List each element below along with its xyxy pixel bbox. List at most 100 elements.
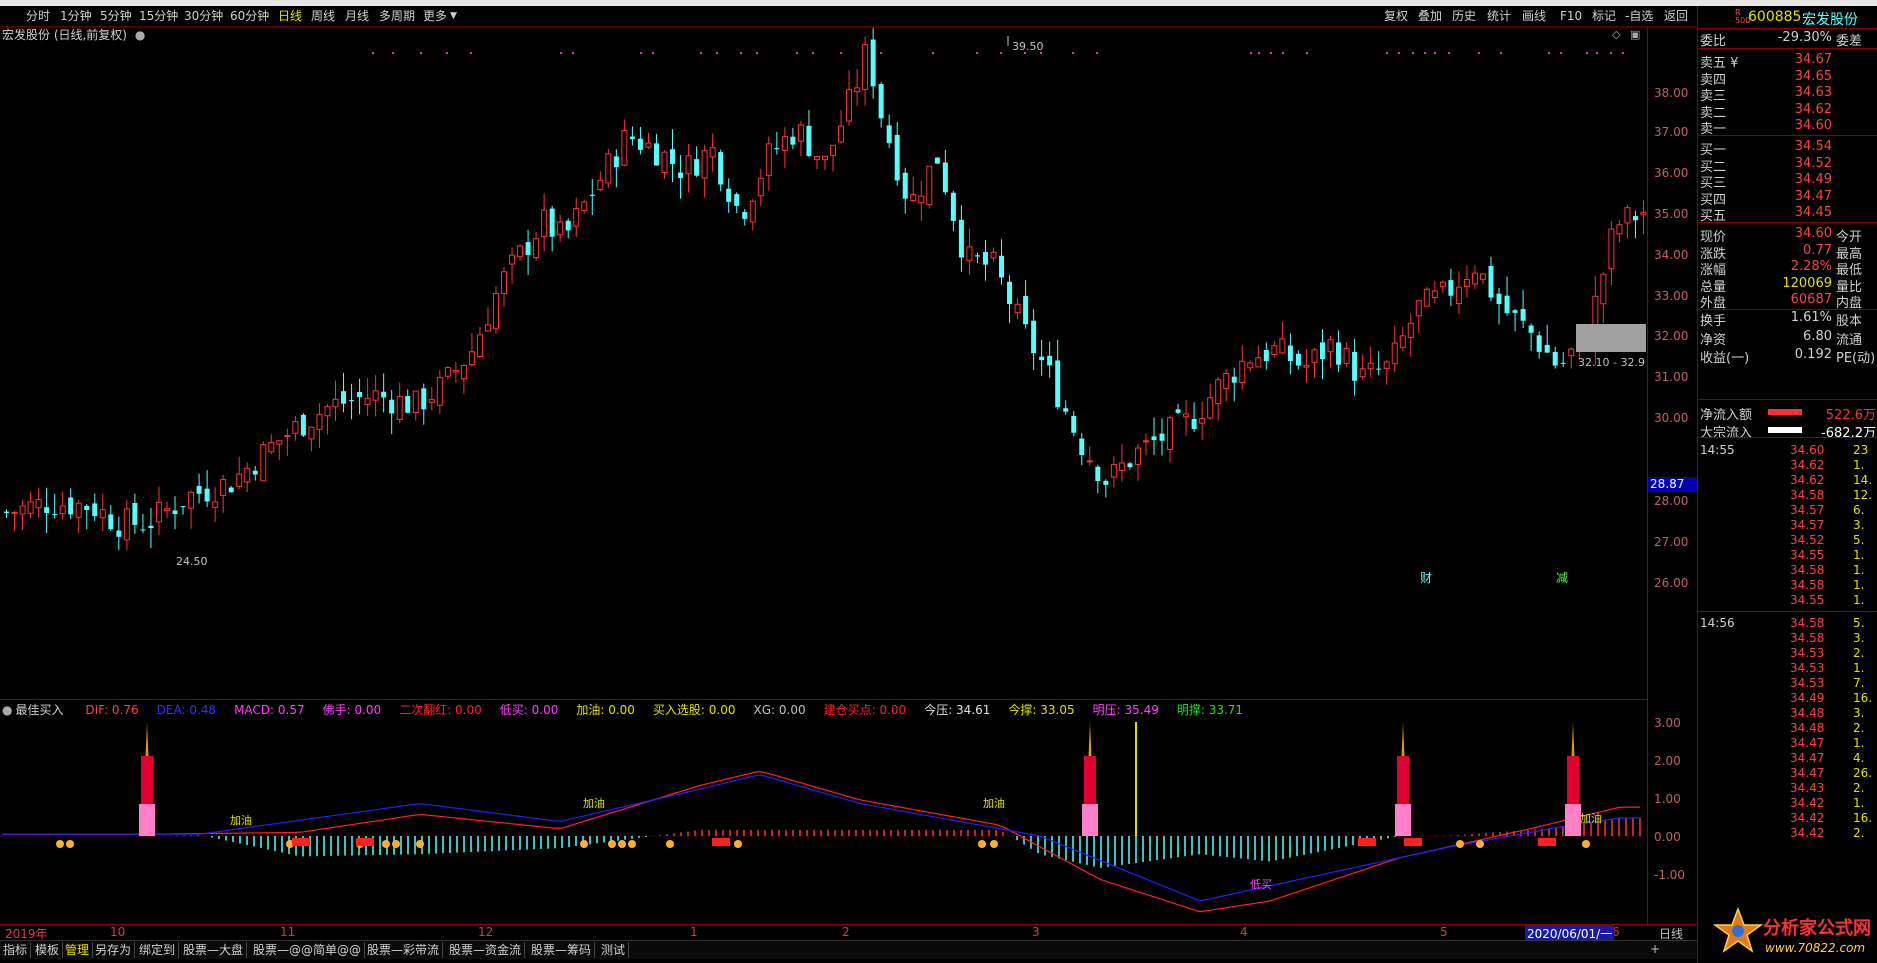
indicator-title[interactable]: 最佳买入: [15, 703, 63, 717]
btn-f10[interactable]: F10: [1560, 8, 1582, 24]
hand-signal-icon: [1582, 840, 1590, 848]
candle: [950, 190, 956, 232]
date-label: 3: [1032, 925, 1040, 939]
ind-y-label: -1.00: [1654, 868, 1686, 882]
bid-row[interactable]: 买三 34.49: [1698, 172, 1877, 191]
period-1min[interactable]: 1分钟: [60, 8, 92, 24]
more-chevron-icon[interactable]: ▼: [450, 8, 457, 24]
add-tab-icon[interactable]: +: [1650, 942, 1660, 956]
candle: [1063, 400, 1069, 415]
tab-dapan[interactable]: 股票—大盘: [180, 942, 248, 958]
finance-mark[interactable]: 财: [1420, 571, 1432, 585]
bid-price: 34.47: [1794, 188, 1832, 204]
tab-jiandan[interactable]: 股票—@@简单@@: [250, 942, 366, 958]
btn-fanhui[interactable]: 返回: [1664, 8, 1688, 24]
tick-volume: 2.: [1853, 721, 1865, 735]
candle: [621, 119, 628, 167]
tab-bangdingdao[interactable]: 绑定到: [136, 942, 180, 958]
candle: [1632, 210, 1638, 239]
candle: [163, 501, 170, 518]
low-marker: 24.50: [176, 555, 208, 568]
bid-row[interactable]: 买二 34.52: [1698, 156, 1877, 175]
btn-tongji[interactable]: 统计: [1487, 8, 1511, 24]
tab-caidailiu[interactable]: 股票—彩带流: [364, 942, 444, 958]
candle: [1399, 326, 1406, 351]
tab-lingcunwei[interactable]: 另存为: [92, 942, 136, 958]
ask-row[interactable]: 卖五 ¥34.67: [1698, 52, 1877, 71]
tab-ceshi[interactable]: 测试: [598, 942, 630, 958]
tab-chouma[interactable]: 股票—筹码: [528, 942, 596, 958]
candle: [918, 180, 925, 221]
period-5min[interactable]: 5分钟: [100, 8, 132, 24]
flow-row: 净流入额 522.6万: [1698, 404, 1877, 423]
tick-row: 34.57 6.: [1698, 503, 1877, 518]
red-flag-icon: [1404, 838, 1422, 846]
tick-volume: 26.: [1853, 766, 1873, 780]
btn-zixuan[interactable]: -自选: [1625, 8, 1653, 24]
stat-row: 总量 120069 量比: [1698, 276, 1877, 295]
bid-row[interactable]: 买四 34.47: [1698, 188, 1877, 208]
weibi-label: 委比: [1700, 34, 1727, 49]
period-60min[interactable]: 60分钟: [230, 8, 269, 24]
indicator-gear-icon[interactable]: ●: [2, 703, 12, 717]
candle: [1134, 444, 1141, 481]
tick-row: 34.52 5.: [1698, 533, 1877, 548]
candle: [999, 239, 1005, 285]
candle: [549, 205, 555, 252]
ind-y-label: 2.00: [1654, 754, 1681, 768]
tab-guanli[interactable]: 管理: [62, 942, 94, 958]
period-daily[interactable]: 日线: [278, 8, 302, 24]
signal-dot: [700, 52, 702, 54]
date-axis: 2019年 10 11 12 1 2 3 4 5 6 2020/06/01/一 日线: [0, 924, 1697, 942]
period-monthly[interactable]: 月线: [345, 8, 369, 24]
tick-row: 34.48 2.: [1698, 721, 1877, 736]
tick-volume: 1.: [1853, 563, 1865, 577]
ask-row[interactable]: 卖四 34.65: [1698, 69, 1877, 88]
btn-biaoji[interactable]: 标记: [1592, 8, 1616, 24]
candle: [1320, 329, 1325, 380]
candle: [742, 208, 748, 226]
jiayou-label: 加油: [583, 796, 605, 810]
tab-zhibiao[interactable]: 指标: [0, 942, 32, 958]
flow-label: 大宗流入: [1700, 426, 1753, 441]
bid-row[interactable]: 买五 34.45: [1698, 205, 1877, 224]
btn-lishi[interactable]: 历史: [1452, 8, 1476, 24]
candle: [116, 516, 122, 551]
bid-row[interactable]: 买一 34.54: [1698, 139, 1877, 158]
tick-row: 34.42 16.: [1698, 811, 1877, 826]
candle: [35, 487, 42, 518]
candle: [436, 370, 443, 414]
ask-row[interactable]: 卖三 34.63: [1698, 85, 1877, 104]
ask-row[interactable]: 卖二 34.62: [1698, 102, 1877, 121]
stat-value: 1.61%: [1790, 310, 1832, 325]
candle: [349, 383, 355, 420]
indicator-value: 佛手: 0.00: [322, 703, 382, 717]
period-multi[interactable]: 多周期: [379, 8, 415, 24]
period-more[interactable]: 更多: [423, 8, 447, 24]
stock-name: 宏发股份: [1802, 12, 1858, 28]
btn-diejia[interactable]: 叠加: [1418, 8, 1442, 24]
red-flag-icon: [1358, 838, 1376, 846]
candle: [726, 178, 732, 213]
pane-divider[interactable]: [0, 699, 1647, 700]
tab-zijinliu[interactable]: 股票—资金流: [446, 942, 526, 958]
period-30min[interactable]: 30分钟: [184, 8, 223, 24]
period-fenshi[interactable]: 分时: [26, 8, 50, 24]
candle: [1007, 275, 1013, 324]
period-weekly[interactable]: 周线: [311, 8, 335, 24]
tab-muban[interactable]: 模板: [32, 942, 64, 958]
signal-dot: [420, 52, 422, 54]
candle: [220, 474, 227, 513]
candle: [341, 372, 347, 413]
tick-volume: 23: [1853, 443, 1869, 457]
ask-row[interactable]: 卖一 34.60: [1698, 118, 1877, 137]
period-15min[interactable]: 15分钟: [139, 8, 178, 24]
btn-fuquan[interactable]: 复权: [1384, 8, 1408, 24]
btn-huaxian[interactable]: 画线: [1522, 8, 1546, 24]
reduce-mark[interactable]: 减: [1556, 571, 1568, 585]
macd-indicator-chart[interactable]: 加油加油 加油加油低买: [0, 716, 1647, 922]
indicator-value: 今撑: 33.05: [1008, 703, 1075, 717]
candlestick-chart[interactable]: 39.50 24.50 32.10 - 32.9 财 减: [0, 26, 1647, 699]
candle: [1183, 400, 1190, 436]
tick-price: 34.42: [1790, 811, 1825, 825]
